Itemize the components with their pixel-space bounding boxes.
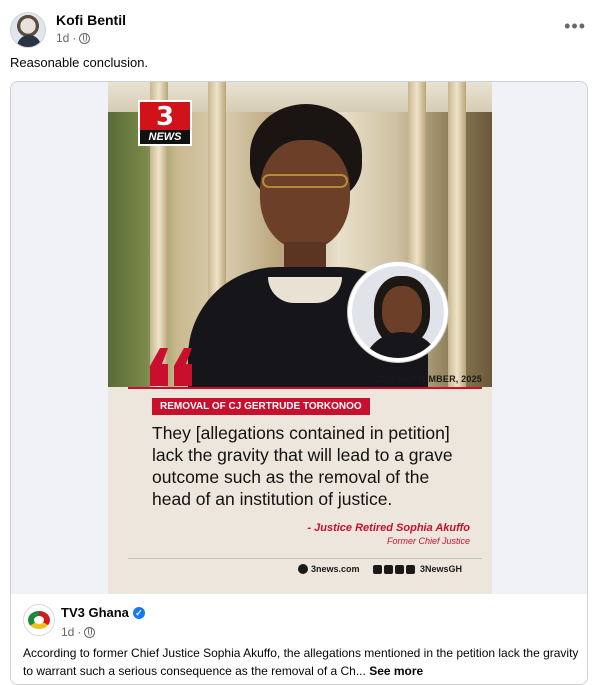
web-icon [298, 564, 308, 574]
instagram-icon [394, 564, 404, 574]
shared-post-card[interactable]: 3 NEWS 2ND SEPTEMBER, 2025 REMOVAL OF CJ… [10, 81, 588, 685]
site-url: 3news.com [311, 564, 360, 574]
see-more-link[interactable]: See more [369, 664, 423, 678]
portrait-glasses [262, 174, 348, 188]
headline-tag: REMOVAL OF CJ GERTRUDE TORKONOO [152, 398, 370, 415]
meta-separator: · [72, 31, 77, 45]
attribution-role: Former Chief Justice [386, 536, 470, 546]
source-body: According to former Chief Justice Sophia… [23, 644, 583, 680]
source-name[interactable]: TV3 Ghana [61, 605, 129, 620]
more-dots-icon[interactable]: ••• [564, 16, 586, 37]
youtube-icon [372, 564, 382, 574]
globe-icon [79, 32, 91, 44]
facebook-icon [405, 564, 415, 574]
inset-body [362, 332, 442, 358]
site-footer: 3news.com [298, 564, 415, 574]
source-post: TV3 Ghana ✓ 1d · According to former Chi… [11, 594, 587, 684]
logo-number: 3 [155, 102, 175, 132]
graphic-date: 2ND SEPTEMBER, 2025 [376, 374, 482, 384]
source-time[interactable]: 1d [61, 625, 74, 639]
post-time[interactable]: 1d [56, 31, 69, 45]
meta-separator: · [77, 625, 82, 639]
quote-text: They [allegations contained in petition]… [152, 423, 453, 509]
source-body-text: According to former Chief Justice Sophia… [23, 646, 579, 678]
tv3-logo-icon [28, 611, 50, 629]
post-meta: 1d · [56, 31, 91, 45]
post-media[interactable]: 3 NEWS 2ND SEPTEMBER, 2025 REMOVAL OF CJ… [11, 82, 587, 594]
inset-portrait [348, 262, 448, 362]
divider [128, 387, 482, 389]
social-icons [372, 564, 415, 574]
post-header: Kofi Bentil 1d · ••• [10, 10, 590, 50]
author-name[interactable]: Kofi Bentil [56, 12, 126, 28]
social-handle: 3NewsGH [420, 564, 463, 574]
3news-logo: 3 NEWS [138, 100, 192, 146]
globe-icon [84, 626, 96, 638]
author-avatar[interactable] [10, 12, 46, 48]
source-name-row: TV3 Ghana ✓ [61, 605, 145, 620]
x-icon [383, 564, 393, 574]
inset-face [382, 286, 422, 336]
verified-badge-icon: ✓ [132, 606, 145, 619]
source-meta: 1d · [61, 625, 96, 639]
portrait-face [260, 140, 350, 250]
post-text: Reasonable conclusion. [10, 55, 149, 70]
attribution-name: - Justice Retired Sophia Akuffo [307, 522, 470, 534]
quote-mark-icon [150, 348, 192, 386]
logo-text: NEWS [140, 130, 190, 144]
source-avatar[interactable] [23, 604, 55, 636]
news-graphic: 3 NEWS 2ND SEPTEMBER, 2025 REMOVAL OF CJ… [108, 82, 492, 594]
divider [128, 558, 482, 559]
photo-pillar [448, 82, 466, 387]
